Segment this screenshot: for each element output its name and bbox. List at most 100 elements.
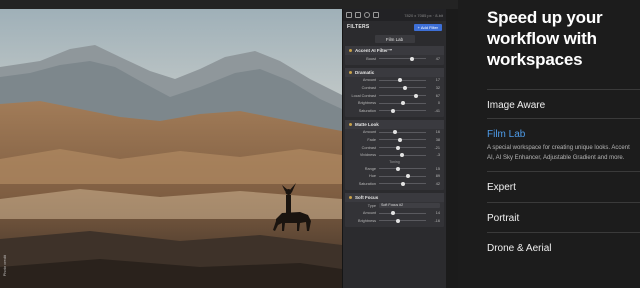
- filter-header[interactable]: Accent AI Filter™: [345, 46, 444, 55]
- slider-track[interactable]: [379, 101, 426, 106]
- slider-row: Amount 17: [345, 77, 444, 85]
- slider-row: Amount 16: [345, 129, 444, 137]
- accordion-item-title[interactable]: Drone & Aerial: [487, 243, 551, 254]
- filter-toggle-icon[interactable]: [349, 49, 352, 52]
- slider-label: Amount: [362, 78, 376, 83]
- image-icon[interactable]: [346, 12, 352, 18]
- slider-track[interactable]: [379, 108, 426, 113]
- slider-label: Saturation: [358, 108, 376, 113]
- slider-handle[interactable]: [406, 174, 411, 179]
- filter-name: Matte Look: [355, 121, 379, 127]
- slider-row: Local Contrast 67: [345, 92, 444, 100]
- slider-row: Boost 47: [345, 55, 444, 63]
- slider-label: Range: [364, 166, 376, 171]
- slider-track[interactable]: [379, 137, 426, 142]
- landscape-photo: [0, 9, 342, 288]
- slider-track[interactable]: [379, 174, 426, 179]
- slider-row: Range 15: [345, 165, 444, 173]
- slider-handle[interactable]: [413, 93, 418, 98]
- photo-credit: Photo credit: [2, 254, 7, 276]
- accordion-item[interactable]: Film Lab A special workspace for creating…: [487, 118, 640, 171]
- filter-list: Accent AI Filter™ Boost 47 Dramatic Amount 17…: [343, 46, 446, 227]
- slider-handle[interactable]: [391, 108, 396, 113]
- slider-label: Boost: [366, 56, 376, 61]
- slider-row: Saturation -41: [345, 107, 444, 115]
- slider-value: 38: [435, 137, 440, 142]
- filter-toggle-icon[interactable]: [349, 70, 352, 74]
- filter-header[interactable]: Soft Focus: [345, 192, 444, 202]
- slider-label: Hue: [369, 174, 376, 179]
- slider-row: Contrast -21: [345, 144, 444, 152]
- slider-track[interactable]: [379, 56, 426, 61]
- accordion-item[interactable]: Image Aware+: [487, 89, 640, 120]
- slider-track[interactable]: [379, 153, 426, 158]
- accordion-item[interactable]: Portrait+: [487, 202, 640, 233]
- slider-label: Fade: [367, 137, 376, 142]
- slider-handle[interactable]: [395, 166, 400, 171]
- slider-value: -3: [436, 153, 440, 158]
- slider-track[interactable]: [379, 130, 426, 135]
- type-row: Type Soft Focus #2: [345, 202, 444, 210]
- slider-track[interactable]: [379, 93, 426, 98]
- accordion-item-title[interactable]: Portrait: [487, 213, 519, 224]
- slider-label: Local Contrast: [351, 93, 376, 98]
- accordion-item-title[interactable]: Expert: [487, 182, 516, 193]
- add-filter-button[interactable]: + Add Filter: [413, 23, 442, 31]
- slider-handle[interactable]: [398, 78, 403, 83]
- filter-toggle-icon[interactable]: [349, 122, 352, 126]
- slider-label: Vividness: [359, 153, 376, 158]
- slider-row: Contrast 32: [345, 84, 444, 92]
- slider-label: Brightness: [358, 218, 376, 223]
- accordion-item-description: A special workspace for creating unique …: [487, 145, 630, 161]
- workspace-select[interactable]: Film Lab: [374, 35, 415, 43]
- slider-label: Contrast: [361, 145, 376, 150]
- accordion-item[interactable]: Expert+: [487, 171, 640, 202]
- headline: Speed up your workflow with workspaces: [487, 8, 603, 69]
- slider-handle[interactable]: [391, 211, 396, 216]
- slider-handle[interactable]: [395, 145, 400, 150]
- export-icon[interactable]: [373, 12, 379, 18]
- accordion-item[interactable]: Drone & Aerial+: [487, 232, 640, 263]
- slider-label: Brightness: [358, 101, 376, 106]
- slider-label: Amount: [362, 130, 376, 135]
- filter-header[interactable]: Dramatic: [345, 67, 444, 77]
- top-strip: [0, 0, 458, 9]
- slider-track[interactable]: [379, 85, 426, 90]
- slider-handle[interactable]: [393, 130, 398, 135]
- filter-name: Accent AI Filter™: [355, 48, 393, 53]
- slider-label: Contrast: [361, 85, 376, 90]
- slider-row: Amount 14: [345, 209, 444, 217]
- filter-toggle-icon[interactable]: [349, 195, 352, 199]
- slider-track[interactable]: [379, 218, 426, 223]
- slider-value: 89: [435, 174, 440, 179]
- slider-handle[interactable]: [409, 56, 414, 61]
- slider-handle[interactable]: [401, 181, 406, 186]
- accordion-item-title[interactable]: Film Lab: [487, 129, 525, 140]
- slider-row: Brightness 0: [345, 99, 444, 107]
- filters-label[interactable]: FILTERS: [347, 24, 370, 30]
- layers-icon[interactable]: [355, 12, 361, 18]
- slider-track[interactable]: [379, 211, 426, 216]
- presets-icon[interactable]: [364, 12, 370, 18]
- slider-value: 0: [437, 101, 440, 106]
- slider-handle[interactable]: [402, 85, 407, 90]
- slider-value: 42: [435, 181, 440, 186]
- filter-header[interactable]: Matte Look: [345, 119, 444, 129]
- accordion-item-title[interactable]: Image Aware: [487, 100, 545, 111]
- slider-track[interactable]: [379, 78, 426, 83]
- filter-block: Soft Focus Type Soft Focus #2 Amount 14 Brigh…: [345, 192, 444, 227]
- slider-track[interactable]: [379, 181, 426, 186]
- slider-track[interactable]: [379, 145, 426, 150]
- slider-row: Saturation 42: [345, 180, 444, 188]
- filter-name: Dramatic: [355, 69, 375, 75]
- slider-handle[interactable]: [395, 218, 400, 223]
- type-select[interactable]: Soft Focus #2: [379, 203, 440, 209]
- slider-handle[interactable]: [400, 101, 405, 106]
- slider-handle[interactable]: [399, 153, 404, 158]
- type-label: Type: [367, 203, 376, 208]
- slider-handle[interactable]: [398, 137, 403, 142]
- slider-track[interactable]: [379, 166, 426, 171]
- photo-canvas[interactable]: Photo credit: [0, 9, 342, 288]
- slider-value: -41: [434, 108, 441, 113]
- filters-header: FILTERS + Add Filter: [343, 21, 446, 33]
